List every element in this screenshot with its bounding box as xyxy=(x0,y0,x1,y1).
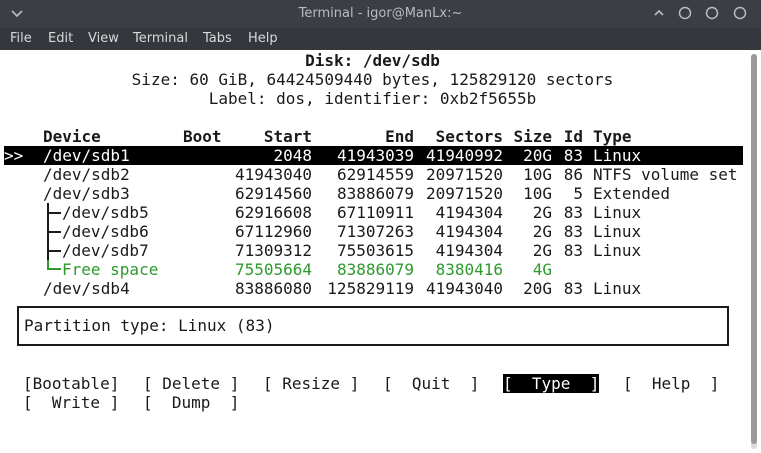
row-start: 62914560 xyxy=(234,184,312,203)
row-device: /dev/sdb7 xyxy=(62,241,149,260)
row-start: 71309312 xyxy=(234,241,312,260)
row-id: 83 xyxy=(563,146,583,165)
row-sectors: 20971520 xyxy=(425,165,503,184)
row-start: 62916608 xyxy=(234,203,312,222)
quit-button[interactable]: [ Quit ] xyxy=(383,374,479,393)
tree-branch-line xyxy=(47,231,61,233)
window-title: Terminal - igor@ManLx:~ xyxy=(298,6,463,21)
row-id: 83 xyxy=(563,222,583,241)
row-device: Free space xyxy=(62,260,159,279)
row-size: 10G xyxy=(523,184,552,203)
partition-type-text: Partition type: Linux (83) xyxy=(24,316,275,335)
row-end: 67110911 xyxy=(336,203,414,222)
row-device: /dev/sdb4 xyxy=(43,279,130,298)
col-header-id: Id xyxy=(563,127,583,146)
terminal-content[interactable]: Disk: /dev/sdb Size: 60 GiB, 64424509440… xyxy=(0,50,761,453)
col-header-sectors: Sectors xyxy=(435,127,503,146)
menu-view[interactable]: View xyxy=(88,31,119,46)
menu-terminal[interactable]: Terminal xyxy=(133,31,188,46)
tree-branch-line xyxy=(47,212,61,214)
minimize-icon[interactable] xyxy=(678,6,692,20)
disk-label: Label: dos, identifier: 0xb2f5655b xyxy=(208,89,537,108)
row-size: 4G xyxy=(532,260,552,279)
type-button[interactable]: [ Type ] xyxy=(503,374,600,393)
menu-edit[interactable]: Edit xyxy=(48,31,73,46)
row-start: 41943040 xyxy=(234,165,312,184)
row-size: 20G xyxy=(523,279,552,298)
close-icon[interactable] xyxy=(733,6,747,20)
row-device: /dev/sdb1 xyxy=(43,146,130,165)
row-type: Linux xyxy=(593,146,642,165)
row-sectors: 20971520 xyxy=(425,184,503,203)
col-header-type: Type xyxy=(593,127,632,146)
col-header-device: Device xyxy=(43,127,101,146)
row-device: /dev/sdb2 xyxy=(43,165,130,184)
row-end: 62914559 xyxy=(336,165,414,184)
row-type: Linux xyxy=(593,222,642,241)
row-size: 10G xyxy=(523,165,552,184)
row-sectors: 41943040 xyxy=(425,279,503,298)
row-id: 83 xyxy=(563,241,583,260)
menu-tabs[interactable]: Tabs xyxy=(203,31,232,46)
row-size: 2G xyxy=(532,222,552,241)
row-end: 75503615 xyxy=(336,241,414,260)
row-type: Extended xyxy=(593,184,671,203)
row-end: 71307263 xyxy=(336,222,414,241)
terminal-window: Terminal - igor@ManLx:~ File Edit View T… xyxy=(0,0,761,453)
title-bar: Terminal - igor@ManLx:~ xyxy=(0,0,761,28)
row-type: Linux xyxy=(593,203,642,222)
write-button[interactable]: [ Write ] xyxy=(23,393,119,412)
row-device: /dev/sdb5 xyxy=(62,203,149,222)
row-start: 83886080 xyxy=(234,279,312,298)
shade-icon[interactable] xyxy=(652,6,666,20)
scrollbar-thumb[interactable] xyxy=(751,54,757,444)
row-device: /dev/sdb6 xyxy=(62,222,149,241)
row-size: 2G xyxy=(532,203,552,222)
bootable-button[interactable]: [Bootable] xyxy=(23,374,119,393)
row-end: 83886079 xyxy=(336,184,414,203)
row-sectors: 41940992 xyxy=(425,146,503,165)
row-id: 86 xyxy=(563,165,583,184)
disk-title: Disk: /dev/sdb xyxy=(305,51,440,70)
col-header-start: Start xyxy=(263,127,312,146)
row-id: 83 xyxy=(563,203,583,222)
resize-button[interactable]: [ Resize ] xyxy=(263,374,359,393)
tree-branch-line xyxy=(47,250,61,252)
menu-bar: File Edit View Terminal Tabs Help xyxy=(0,28,761,50)
row-start: 75505664 xyxy=(234,260,312,279)
row-sectors: 4194304 xyxy=(435,203,503,222)
row-marker: >> xyxy=(4,146,24,165)
row-type: Linux xyxy=(593,279,642,298)
partition-info-box: Partition type: Linux (83) xyxy=(17,306,729,346)
col-header-boot: Boot xyxy=(183,127,222,146)
row-id: 83 xyxy=(563,279,583,298)
col-header-end: End xyxy=(385,127,414,146)
scrollbar[interactable] xyxy=(751,54,757,449)
maximize-icon[interactable] xyxy=(705,6,719,20)
delete-button[interactable]: [ Delete ] xyxy=(143,374,239,393)
help-button[interactable]: [ Help ] xyxy=(623,374,719,393)
row-sectors: 8380416 xyxy=(435,260,503,279)
row-end: 83886079 xyxy=(336,260,414,279)
menu-help[interactable]: Help xyxy=(248,31,278,46)
row-sectors: 4194304 xyxy=(435,241,503,260)
row-type: NTFS volume set xyxy=(593,165,738,184)
row-size: 2G xyxy=(532,241,552,260)
disk-size: Size: 60 GiB, 64424509440 bytes, 1258291… xyxy=(131,70,614,89)
tree-free-branch xyxy=(47,268,61,270)
row-start: 2048 xyxy=(273,146,312,165)
row-end: 125829119 xyxy=(327,279,414,298)
row-id: 5 xyxy=(573,184,583,203)
row-size: 20G xyxy=(523,146,552,165)
col-header-size: Size xyxy=(513,127,552,146)
row-sectors: 4194304 xyxy=(435,222,503,241)
row-device: /dev/sdb3 xyxy=(43,184,130,203)
row-start: 67112960 xyxy=(234,222,312,241)
dump-button[interactable]: [ Dump ] xyxy=(143,393,239,412)
row-end: 41943039 xyxy=(336,146,414,165)
row-type: Linux xyxy=(593,241,642,260)
menu-file[interactable]: File xyxy=(10,31,32,46)
